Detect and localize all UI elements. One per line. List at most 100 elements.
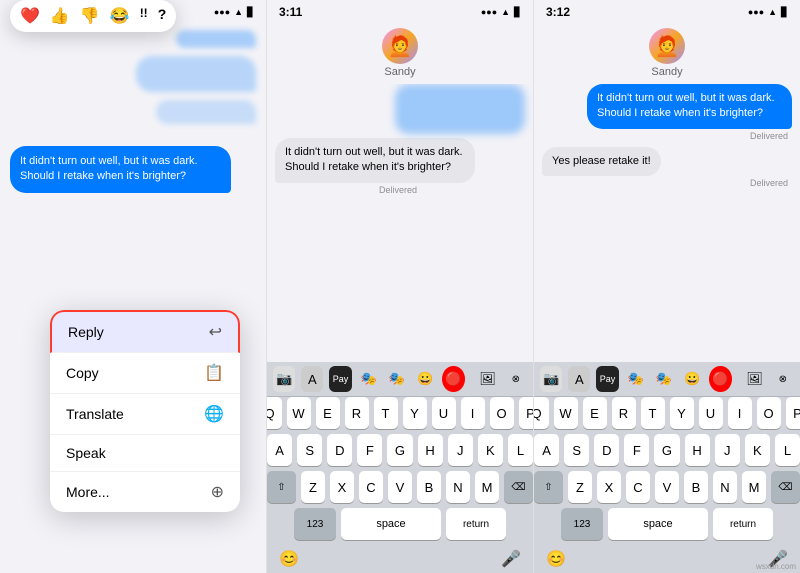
context-menu-copy[interactable]: Copy 📋 <box>50 353 240 394</box>
key-C-2[interactable]: C <box>359 471 383 503</box>
context-menu-more[interactable]: More... ⊕ <box>50 472 240 512</box>
key-W-2[interactable]: W <box>287 397 311 429</box>
key-return-2[interactable]: return <box>446 508 506 540</box>
reaction-heart[interactable]: ❤️ <box>20 24 40 26</box>
strip-photos-2[interactable]: 🖼 <box>477 366 499 392</box>
key-G-3[interactable]: G <box>654 434 679 466</box>
key-D-3[interactable]: D <box>594 434 619 466</box>
key-space-3[interactable]: space <box>608 508 708 540</box>
strip-red-2[interactable]: 🔴 <box>442 366 464 392</box>
context-menu-speak[interactable]: Speak <box>50 435 240 472</box>
key-I-2[interactable]: I <box>461 397 485 429</box>
key-V-2[interactable]: V <box>388 471 412 503</box>
context-menu-translate[interactable]: Translate 🌐 <box>50 394 240 435</box>
key-Z-2[interactable]: Z <box>301 471 325 503</box>
key-B-2[interactable]: B <box>417 471 441 503</box>
strip-emoji3-3[interactable]: 😀 <box>681 366 703 392</box>
key-V-3[interactable]: V <box>655 471 679 503</box>
key-Z-3[interactable]: Z <box>568 471 592 503</box>
sent-msg-3: It didn't turn out well, but it was dark… <box>542 84 792 129</box>
strip-expand-2[interactable]: ⊗ <box>505 366 527 392</box>
strip-a-3[interactable]: A <box>568 366 590 392</box>
key-Q-2[interactable]: Q <box>267 397 282 429</box>
strip-emoji2-2[interactable]: 🎭 <box>386 366 408 392</box>
key-T-2[interactable]: T <box>374 397 398 429</box>
strip-photos-3[interactable]: 🖼 <box>744 366 766 392</box>
key-Y-2[interactable]: Y <box>403 397 427 429</box>
key-S-2[interactable]: S <box>297 434 322 466</box>
key-U-3[interactable]: U <box>699 397 723 429</box>
key-123-2[interactable]: 123 <box>294 508 336 540</box>
strip-emoji3-2[interactable]: 😀 <box>414 366 436 392</box>
context-menu-reply[interactable]: Reply ↩ <box>50 310 240 353</box>
key-delete-2[interactable]: ⌫ <box>504 471 533 503</box>
key-shift-2[interactable]: ⇧ <box>267 471 296 503</box>
key-R-2[interactable]: R <box>345 397 369 429</box>
key-return-3[interactable]: return <box>713 508 773 540</box>
avatar-3: 🧑‍🦰 <box>649 28 685 64</box>
key-123-3[interactable]: 123 <box>561 508 603 540</box>
key-M-3[interactable]: M <box>742 471 766 503</box>
strip-camera-3[interactable]: 📷 <box>540 366 562 392</box>
key-P-3[interactable]: P <box>786 397 800 429</box>
key-N-2[interactable]: N <box>446 471 470 503</box>
key-L-3[interactable]: L <box>775 434 800 466</box>
status-bar-2: 3:11 ●●● ▲ ▊ <box>267 0 533 24</box>
emoji-key-2[interactable]: 😊 <box>279 549 299 569</box>
reaction-thumbsup[interactable]: 👍 <box>50 24 70 26</box>
key-E-3[interactable]: E <box>583 397 607 429</box>
key-F-2[interactable]: F <box>357 434 382 466</box>
key-S-3[interactable]: S <box>564 434 589 466</box>
key-K-3[interactable]: K <box>745 434 770 466</box>
strip-expand-3[interactable]: ⊗ <box>772 366 794 392</box>
key-T-3[interactable]: T <box>641 397 665 429</box>
strip-a-2[interactable]: A <box>301 366 323 392</box>
strip-red-3[interactable]: 🔴 <box>709 366 731 392</box>
key-Y-3[interactable]: Y <box>670 397 694 429</box>
strip-pay-2[interactable]: Pay <box>329 366 351 392</box>
key-X-3[interactable]: X <box>597 471 621 503</box>
key-G-2[interactable]: G <box>387 434 412 466</box>
key-E-2[interactable]: E <box>316 397 340 429</box>
reaction-laugh[interactable]: 😂 <box>110 24 130 26</box>
key-P-2[interactable]: P <box>519 397 535 429</box>
key-L-2[interactable]: L <box>508 434 533 466</box>
key-M-2[interactable]: M <box>475 471 499 503</box>
key-C-3[interactable]: C <box>626 471 650 503</box>
key-U-2[interactable]: U <box>432 397 456 429</box>
key-K-2[interactable]: K <box>478 434 503 466</box>
key-J-2[interactable]: J <box>448 434 473 466</box>
key-D-2[interactable]: D <box>327 434 352 466</box>
key-O-2[interactable]: O <box>490 397 514 429</box>
strip-emoji1-2[interactable]: 🎭 <box>358 366 380 392</box>
reaction-exclaim[interactable]: !! <box>140 24 148 26</box>
key-space-2[interactable]: space <box>341 508 441 540</box>
key-H-3[interactable]: H <box>685 434 710 466</box>
strip-emoji1-3[interactable]: 🎭 <box>625 366 647 392</box>
delivered-3a: Delivered <box>542 131 788 141</box>
key-R-3[interactable]: R <box>612 397 636 429</box>
bottom-bar-2: 😊 🎤 <box>267 545 533 573</box>
key-H-2[interactable]: H <box>418 434 443 466</box>
key-W-3[interactable]: W <box>554 397 578 429</box>
key-N-3[interactable]: N <box>713 471 737 503</box>
key-A-3[interactable]: A <box>534 434 559 466</box>
mic-key-2[interactable]: 🎤 <box>501 549 521 569</box>
strip-emoji2-3[interactable]: 🎭 <box>653 366 675 392</box>
key-delete-3[interactable]: ⌫ <box>771 471 800 503</box>
reaction-thumbsdown[interactable]: 👎 <box>80 24 100 26</box>
key-X-2[interactable]: X <box>330 471 354 503</box>
key-A-2[interactable]: A <box>267 434 292 466</box>
key-I-3[interactable]: I <box>728 397 752 429</box>
emoji-key-3[interactable]: 😊 <box>546 549 566 569</box>
key-Q-3[interactable]: Q <box>534 397 549 429</box>
key-shift-3[interactable]: ⇧ <box>534 471 563 503</box>
key-J-3[interactable]: J <box>715 434 740 466</box>
key-F-3[interactable]: F <box>624 434 649 466</box>
strip-pay-3[interactable]: Pay <box>596 366 618 392</box>
reaction-question[interactable]: ? <box>158 24 167 26</box>
avatar-2: 🧑‍🦰 <box>382 28 418 64</box>
strip-camera-2[interactable]: 📷 <box>273 366 295 392</box>
key-O-3[interactable]: O <box>757 397 781 429</box>
key-B-3[interactable]: B <box>684 471 708 503</box>
